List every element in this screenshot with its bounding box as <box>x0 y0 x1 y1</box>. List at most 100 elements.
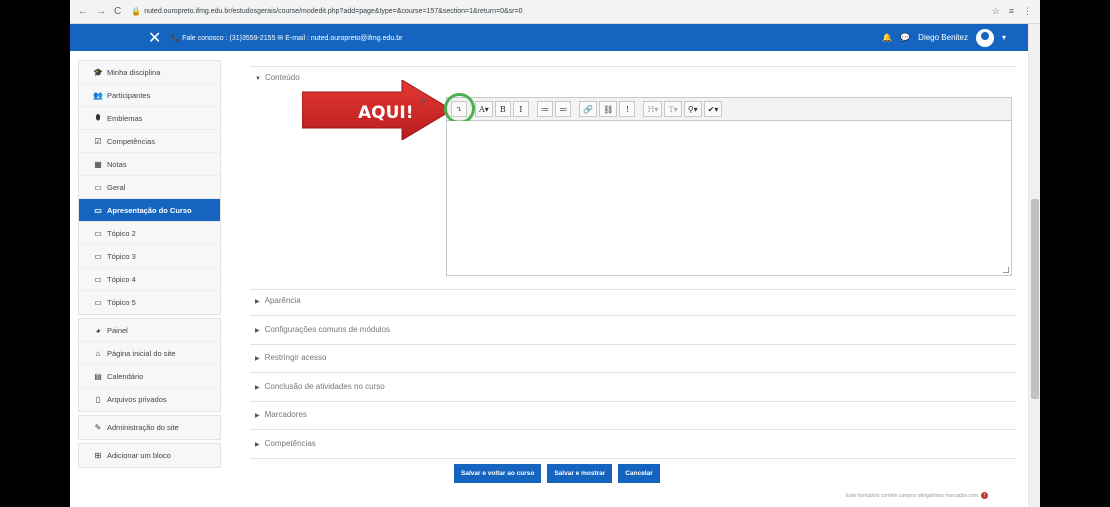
sidebar-item[interactable]: ▭ Tópico 2 <box>79 222 220 245</box>
browser-window: ← → C 🔒 nuted.ouropreto.ifmg.edu.br/estu… <box>70 0 1040 507</box>
divider <box>250 343 1016 345</box>
sidebar-item[interactable]: ⊞ Adicionar um bloco <box>79 444 220 467</box>
chevron-right-icon: ▶ <box>255 384 260 391</box>
required-icon: ! <box>981 492 988 499</box>
sidebar-item[interactable]: 🎓 Minha disciplina <box>79 61 220 84</box>
section-label: Aparência <box>264 296 301 305</box>
sidebar-item[interactable]: ▭ Tópico 5 <box>79 291 220 314</box>
chevron-down-icon[interactable]: ▾ <box>1002 33 1006 42</box>
section-conteudo[interactable]: ▼ Conteúdo <box>255 73 300 82</box>
toolbar-button[interactable]: H▾ <box>643 101 663 117</box>
sidebar-item-icon: ⬮ <box>95 113 101 122</box>
sidebar-item[interactable]: ▭ Tópico 4 <box>79 268 220 291</box>
address-bar[interactable]: nuted.ouropreto.ifmg.edu.br/estudosgerai… <box>144 8 522 15</box>
sidebar-group: ⊞ Adicionar um bloco <box>78 443 221 468</box>
user-name[interactable]: Diego Benitez <box>918 33 968 42</box>
divider <box>250 66 1016 67</box>
close-icon[interactable]: ✕ <box>148 28 161 48</box>
toolbar-button[interactable]: 🔗 <box>579 101 598 117</box>
section-label: Configurações comuns de módulos <box>264 324 391 334</box>
sidebar-item-icon: ▯ <box>95 395 101 404</box>
toolbar-button[interactable]: I <box>512 101 529 117</box>
sidebar-item-icon: ▭ <box>94 251 102 261</box>
section-label: Restringir acesso <box>264 353 327 362</box>
scrollbar[interactable] <box>1028 24 1040 507</box>
sidebar-item[interactable]: ⌂ Página inicial do site <box>79 342 220 365</box>
annotation-label: AQUI! <box>358 103 414 123</box>
sidebar-item-label: Tópico 3 <box>107 251 136 261</box>
sidebar-item[interactable]: ▭ Geral <box>79 176 220 199</box>
sidebar-item-label: Competências <box>107 136 155 146</box>
back-icon[interactable]: ← <box>78 6 88 17</box>
sidebar-item[interactable]: ☑ Competências <box>79 130 220 153</box>
cancel-button[interactable]: Cancelar <box>618 464 660 483</box>
sidebar-item[interactable]: ▦ Notas <box>79 153 220 176</box>
chevron-right-icon: ▶ <box>255 356 260 362</box>
sidebar-group: ◕ Painel ⌂ Página inicial do site ▤ Calendári… <box>78 318 221 412</box>
sidebar-item-icon: ▭ <box>94 205 102 215</box>
sidebar-item-label: Tópico 5 <box>107 298 136 307</box>
chevron-down-icon: ▼ <box>255 76 261 82</box>
sidebar-item-label: Geral <box>107 182 126 192</box>
content-editor[interactable] <box>446 121 1012 276</box>
collapsed-section[interactable]: ▶ Marcadores <box>255 410 307 419</box>
sidebar-group: 🎓 Minha disciplina 👥 Participantes ⬮ Emblemas… <box>78 60 221 315</box>
chevron-right-icon: ▶ <box>255 441 260 448</box>
extension-icon[interactable]: ≡ <box>1009 6 1014 17</box>
browser-chrome: ← → C 🔒 nuted.ouropreto.ifmg.edu.br/estu… <box>70 0 1040 24</box>
save-return-button[interactable]: Salvar e voltar ao curso <box>454 464 542 483</box>
menu-icon[interactable]: ⋮ <box>1023 6 1032 17</box>
sidebar-item-label: Adicionar um bloco <box>107 451 171 460</box>
main-content: ▼ Conteúdo AQUI! ? ⤵ A▾ B I ≔ ≕ 🔗 ⛓! H▾ T▾ ⚲▾ ✔▾ ▶ Ap… <box>232 51 1022 507</box>
toolbar-button[interactable]: ⛓ <box>599 101 618 117</box>
sidebar-item-icon: ▭ <box>94 182 102 192</box>
help-icon[interactable]: ? <box>420 97 426 107</box>
scrollbar-thumb[interactable] <box>1031 199 1039 399</box>
sidebar-item-icon: ☑ <box>94 136 102 146</box>
sidebar-item-label: Emblemas <box>107 113 143 123</box>
avatar[interactable] <box>975 28 994 47</box>
toolbar-button[interactable]: ! <box>619 101 636 117</box>
toolbar-button[interactable]: ≕ <box>555 101 572 117</box>
forward-icon[interactable]: → <box>96 6 106 17</box>
sidebar-item-icon: 🎓 <box>93 67 103 77</box>
sidebar-item-icon: ⌂ <box>95 348 101 358</box>
sidebar-item-icon: ▤ <box>94 371 102 381</box>
sidebar-item-icon: ▭ <box>94 228 102 238</box>
sidebar-item[interactable]: 👥 Participantes <box>79 84 220 107</box>
sidebar-item[interactable]: ✎ Administração do site <box>79 416 220 439</box>
sidebar-item[interactable]: ▭ Apresentação do Curso <box>79 199 220 222</box>
sidebar-item[interactable]: ▤ Calendário <box>79 365 220 388</box>
divider <box>250 429 1016 430</box>
chat-icon[interactable]: 💬 <box>900 33 910 42</box>
reload-icon[interactable]: C <box>114 6 121 17</box>
divider <box>250 457 1016 459</box>
sidebar-item[interactable]: ▭ Tópico 3 <box>79 245 220 268</box>
sidebar-item[interactable]: ◕ Painel <box>79 319 220 342</box>
sidebar-item-icon: ✎ <box>94 423 102 432</box>
collapsed-section[interactable]: ▶ Conclusão de atividades no curso <box>255 382 385 391</box>
save-show-button[interactable]: Salvar e mostrar <box>547 464 613 483</box>
collapsed-section[interactable]: ▶ Aparência <box>255 296 301 305</box>
toolbar-button[interactable]: ✔▾ <box>703 101 723 117</box>
collapsed-section[interactable]: ▶ Competências <box>255 439 316 448</box>
section-label: Conclusão de atividades no curso <box>264 381 385 391</box>
bell-icon[interactable]: 🔔 <box>882 33 892 42</box>
collapsed-section[interactable]: ▶ Configurações comuns de módulos <box>255 325 390 334</box>
toolbar-button[interactable]: ≔ <box>536 101 554 117</box>
toolbar-button[interactable]: A▾ <box>475 101 493 117</box>
toolbar-button[interactable]: B <box>494 101 511 117</box>
section-label: Marcadores <box>264 410 307 419</box>
divider <box>250 315 1016 316</box>
toolbar-button[interactable]: T▾ <box>664 101 682 117</box>
sidebar-item-icon: 👥 <box>93 90 103 100</box>
collapsed-section[interactable]: ▶ Restringir acesso <box>255 353 326 362</box>
site-navbar: ✕ 📞 Fale conosco : (31)3559-2155 ✉ E-mai… <box>70 24 1034 51</box>
toolbar-button[interactable]: ⚲▾ <box>683 101 702 117</box>
resize-handle[interactable] <box>1003 267 1009 273</box>
sidebar-item[interactable]: ▯ Arquivos privados <box>79 388 220 411</box>
sidebar-item-icon: ⊞ <box>94 451 102 460</box>
divider <box>250 400 1016 402</box>
star-icon[interactable]: ☆ <box>992 6 1000 17</box>
sidebar-item[interactable]: ⬮ Emblemas <box>79 107 220 130</box>
